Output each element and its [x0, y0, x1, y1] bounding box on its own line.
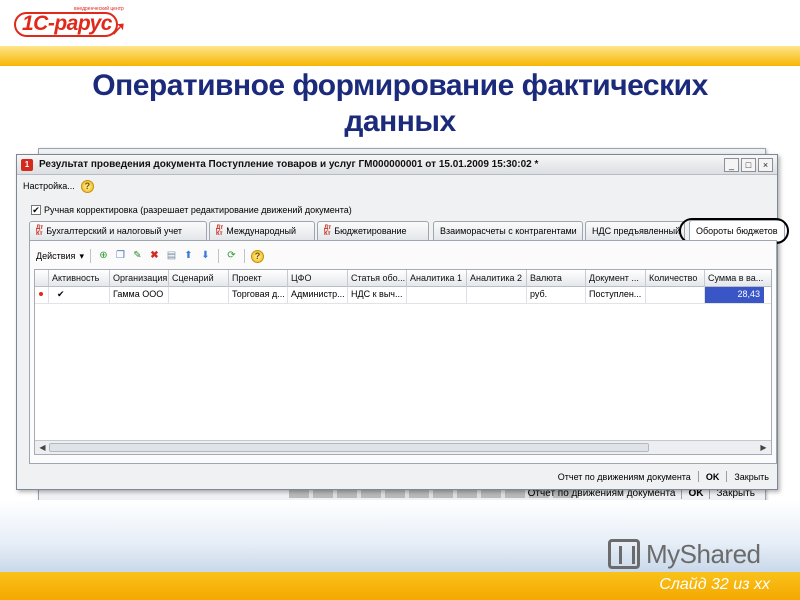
- tab-label: НДС предъявленный: [592, 226, 681, 236]
- settings-menu[interactable]: Настройка...: [23, 181, 75, 191]
- column-header[interactable]: Проект: [229, 270, 288, 287]
- manual-adjust-checkbox[interactable]: ✔: [31, 205, 41, 215]
- tab-label: Взаиморасчеты с контрагентами: [440, 226, 577, 236]
- tab-vat-presented[interactable]: НДС предъявленный: [585, 221, 685, 240]
- window-titlebar[interactable]: 1 Результат проведения документа Поступл…: [17, 155, 777, 175]
- toolbar-separator: [89, 249, 91, 263]
- grid-cell-selected[interactable]: 28,43: [705, 287, 764, 303]
- grid-cell[interactable]: НДС к выч...: [348, 287, 407, 303]
- table-row[interactable]: ✔ Гамма ООО Торговая д... Администр... Н…: [35, 287, 771, 304]
- watermark: MyShared: [608, 536, 761, 572]
- grid-cell[interactable]: Поступлен...: [586, 287, 646, 303]
- scroll-right-icon[interactable]: ▶: [757, 442, 770, 453]
- manual-adjust-label: Ручная корректировка (разрешает редактир…: [44, 205, 352, 215]
- dt-kt-icon: Дт Кт: [216, 225, 224, 237]
- scroll-left-icon[interactable]: ◀: [36, 442, 49, 453]
- logo-text: 1С-рарус: [22, 12, 113, 35]
- maximize-button[interactable]: □: [741, 158, 756, 172]
- manual-adjust-row: ✔ Ручная корректировка (разрешает редакт…: [31, 205, 352, 215]
- add-icon[interactable]: ⊕: [97, 250, 110, 263]
- post-icon[interactable]: ▤: [165, 250, 178, 263]
- divider: [697, 471, 699, 482]
- grid-toolbar: Действия ▾ ⊕ ❐ ✎ ✖ ▤ ⬆ ⬇ ⟳ ?: [36, 247, 264, 265]
- minimize-button[interactable]: _: [724, 158, 739, 172]
- dropdown-arrow-icon[interactable]: ▾: [79, 251, 84, 262]
- column-header[interactable]: Активность: [49, 270, 110, 287]
- actions-menu[interactable]: Действия: [36, 251, 75, 261]
- edit-icon[interactable]: ✎: [131, 250, 144, 263]
- close-button[interactable]: Закрыть: [732, 472, 771, 482]
- register-tabs: Дт Кт Бухгалтерский и налоговый учет Дт Кт…: [29, 220, 785, 241]
- column-header[interactable]: Статья обо...: [348, 270, 407, 287]
- document-movements-window: 1 Результат проведения документа Поступл…: [16, 154, 789, 490]
- tab-settlements[interactable]: Взаиморасчеты с контрагентами: [433, 221, 583, 240]
- column-header[interactable]: Документ ...: [586, 270, 646, 287]
- logo-tagline: внедренческий центр: [74, 6, 124, 12]
- slide-number: Слайд 32 из xx: [659, 576, 770, 593]
- grid-cell[interactable]: руб.: [527, 287, 586, 303]
- grid-cell[interactable]: [169, 287, 229, 303]
- scrollbar-thumb[interactable]: [49, 443, 649, 452]
- toolbar-separator: [217, 249, 219, 263]
- grid-cell[interactable]: [467, 287, 527, 303]
- grid-header: Активность Организация Сценарий Проект Ц…: [35, 270, 771, 287]
- column-header[interactable]: Организация: [110, 270, 169, 287]
- app-1c-icon: 1: [21, 159, 33, 171]
- horizontal-scrollbar[interactable]: ◀ ▶: [35, 440, 771, 454]
- tab-budgeting[interactable]: Дт Кт Бюджетирование: [317, 221, 429, 240]
- move-up-icon[interactable]: ⬆: [182, 250, 195, 263]
- header-corner: [35, 270, 49, 286]
- grid-cell[interactable]: [646, 287, 705, 303]
- tab-label: Бухгалтерский и налоговый учет: [46, 226, 183, 236]
- column-header[interactable]: Валюта: [527, 270, 586, 287]
- window-title: Результат проведения документа Поступлен…: [39, 159, 539, 170]
- grid-cell[interactable]: Администр...: [288, 287, 348, 303]
- window-footer: Отчет по движениям документа OK Закрыть: [17, 469, 777, 485]
- grid-cell[interactable]: ✔: [49, 287, 110, 303]
- tab-panel: Действия ▾ ⊕ ❐ ✎ ✖ ▤ ⬆ ⬇ ⟳ ? Активность …: [29, 240, 777, 464]
- slide-title: Оперативное формирование фактических дан…: [92, 69, 708, 138]
- header-band: [0, 46, 800, 66]
- column-header[interactable]: ЦФО: [288, 270, 348, 287]
- copy-icon[interactable]: ❐: [114, 250, 127, 263]
- column-header[interactable]: Аналитика 2: [467, 270, 527, 287]
- close-window-button[interactable]: ×: [758, 158, 773, 172]
- ok-button[interactable]: OK: [704, 472, 722, 482]
- tab-label: Бюджетирование: [334, 226, 407, 236]
- help-icon[interactable]: ?: [80, 179, 94, 193]
- move-down-icon[interactable]: ⬇: [199, 250, 212, 263]
- column-header[interactable]: Количество: [646, 270, 705, 287]
- logo-swoosh-icon: ➚: [110, 18, 127, 40]
- tab-label: Международный: [226, 226, 296, 236]
- help-icon[interactable]: ?: [250, 249, 264, 263]
- tab-accounting[interactable]: Дт Кт Бухгалтерский и налоговый учет: [29, 221, 207, 240]
- watermark-text: MyShared: [646, 538, 761, 569]
- column-header[interactable]: Сценарий: [169, 270, 229, 287]
- watermark-logo-icon: [608, 539, 640, 569]
- column-header[interactable]: Сумма в ва...: [705, 270, 764, 287]
- divider: [726, 471, 728, 482]
- tab-international[interactable]: Дт Кт Международный: [209, 221, 315, 240]
- movements-grid: Активность Организация Сценарий Проект Ц…: [34, 269, 772, 455]
- grid-cell[interactable]: [407, 287, 467, 303]
- grid-cell[interactable]: Гамма ООО: [110, 287, 169, 303]
- menu-bar: Настройка... ?: [19, 177, 94, 195]
- column-header[interactable]: Аналитика 1: [407, 270, 467, 287]
- row-status-icon: [35, 287, 49, 303]
- dt-kt-icon: Дт Кт: [36, 225, 44, 237]
- company-logo: 1С-рарус внедренческий центр ➚: [14, 6, 134, 40]
- refresh-icon[interactable]: ⟳: [225, 250, 238, 263]
- delete-icon[interactable]: ✖: [148, 250, 161, 263]
- report-button[interactable]: Отчет по движениям документа: [556, 472, 693, 482]
- grid-cell[interactable]: Торговая д...: [229, 287, 288, 303]
- dt-kt-icon: Дт Кт: [324, 225, 332, 237]
- toolbar-separator: [243, 249, 245, 263]
